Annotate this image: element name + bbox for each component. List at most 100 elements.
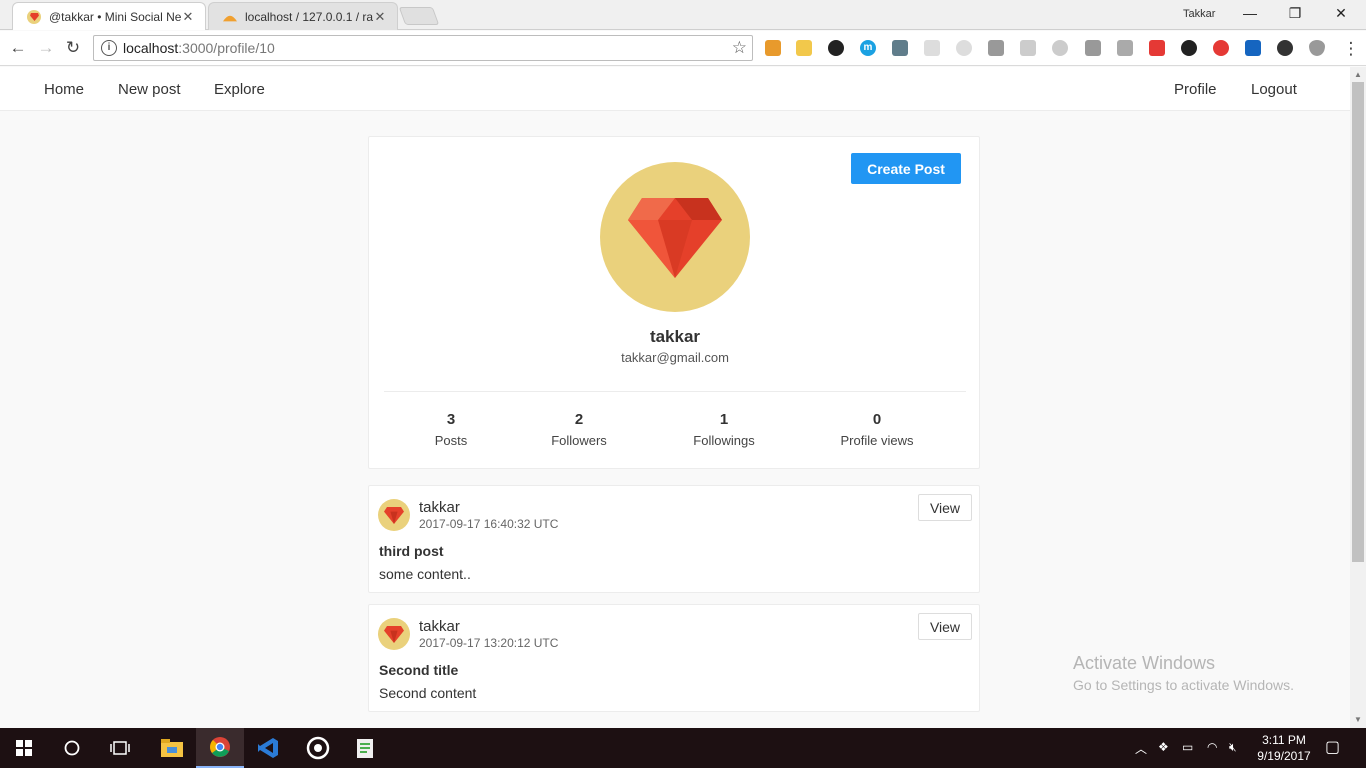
clock-time: 3:11 PM	[1262, 733, 1306, 747]
ruby-gem-icon	[384, 626, 404, 643]
forward-arrow-icon[interactable]: →	[35, 37, 57, 59]
extension-icon[interactable]	[1245, 40, 1261, 56]
stat-followers[interactable]: 2 Followers	[519, 411, 639, 448]
windows-start-icon[interactable]	[0, 728, 48, 768]
window-user-name[interactable]: Takkar	[1183, 8, 1215, 20]
nav-explore-link[interactable]: Explore	[214, 81, 265, 98]
dropbox-tray-icon[interactable]: ❖	[1158, 740, 1169, 754]
scrollbar-thumb[interactable]	[1352, 82, 1364, 562]
new-tab-button[interactable]	[398, 7, 440, 25]
stat-label: Followers	[551, 433, 607, 448]
browser-toolbar: ← → ↻ i localhost:3000/profile/10 ☆ m ⋮	[0, 31, 1366, 66]
notepad-taskbar-icon[interactable]	[342, 728, 390, 768]
tab-title: localhost / 127.0.0.1 / rai	[245, 9, 373, 24]
url-host: localhost	[123, 40, 179, 56]
media-app-taskbar-icon[interactable]	[294, 728, 342, 768]
profile-username: takkar	[649, 327, 701, 346]
extension-icon[interactable]: m	[860, 40, 876, 56]
extension-icon[interactable]	[1020, 40, 1036, 56]
post-content: Second content	[379, 685, 477, 701]
scroll-down-icon[interactable]: ▼	[1354, 715, 1362, 724]
window-close-icon[interactable]: ✕	[1331, 5, 1351, 22]
browser-tab-strip: @takkar • Mini Social Ne ✕ localhost / 1…	[0, 0, 1366, 30]
task-view-icon[interactable]	[96, 728, 144, 768]
post-timestamp: 2017-09-17 16:40:32 UTC	[419, 517, 559, 531]
post-author[interactable]: takkar	[419, 618, 460, 635]
site-navbar: Home New post Explore Profile Logout	[0, 67, 1350, 111]
taskbar-clock[interactable]: 3:11 PM 9/19/2017	[1254, 732, 1314, 764]
page-scrollbar[interactable]: ▲ ▼	[1350, 67, 1366, 728]
back-arrow-icon[interactable]: ←	[7, 37, 29, 59]
extension-icon[interactable]	[956, 40, 972, 56]
avatar	[600, 162, 750, 312]
extension-icon[interactable]	[1213, 40, 1229, 56]
volume-muted-icon[interactable]: 🔇︎	[1229, 740, 1237, 755]
extension-icon[interactable]	[924, 40, 940, 56]
stat-value: 0	[872, 411, 882, 428]
extension-icon[interactable]	[1085, 40, 1101, 56]
nav-home-link[interactable]: Home	[44, 81, 84, 98]
scroll-up-icon[interactable]: ▲	[1354, 70, 1362, 79]
nav-profile-link[interactable]: Profile	[1174, 81, 1217, 98]
battery-icon[interactable]: ▭	[1182, 740, 1193, 754]
view-post-button[interactable]: View	[918, 494, 972, 521]
nav-logout-link[interactable]: Logout	[1251, 81, 1297, 98]
post-author[interactable]: takkar	[419, 499, 460, 516]
post-card: takkar 2017-09-17 16:40:32 UTC View thir…	[368, 485, 980, 593]
extension-icon[interactable]	[1149, 40, 1165, 56]
extension-icon[interactable]	[1117, 40, 1133, 56]
nav-new-post-link[interactable]: New post	[118, 81, 181, 98]
vscode-taskbar-icon[interactable]	[244, 728, 292, 768]
activate-windows-hint: Go to Settings to activate Windows.	[1073, 677, 1294, 693]
bookmark-star-icon[interactable]: ☆	[732, 38, 747, 58]
stat-label: Followings	[693, 433, 755, 448]
create-post-button[interactable]: Create Post	[851, 153, 961, 184]
search-extension-icon[interactable]	[1052, 40, 1068, 56]
action-center-icon[interactable]: ▢	[1325, 737, 1340, 757]
tab-active[interactable]: @takkar • Mini Social Ne ✕	[12, 2, 206, 30]
url-path: :3000/profile/10	[178, 40, 275, 56]
phpmyadmin-favicon-icon	[223, 10, 237, 24]
extension-icon[interactable]	[828, 40, 844, 56]
chrome-menu-icon[interactable]: ⋮	[1340, 38, 1362, 60]
extension-icon[interactable]	[765, 40, 781, 56]
view-post-button[interactable]: View	[918, 613, 972, 640]
github-icon[interactable]	[1277, 40, 1293, 56]
extension-icon[interactable]	[892, 40, 908, 56]
post-card: takkar 2017-09-17 13:20:12 UTC View Seco…	[368, 604, 980, 712]
profile-card: Create Post takkar takkar@gmail.com 3 Po…	[368, 136, 980, 469]
windows-taskbar: ︿ ❖ ▭ ◠ 🔇︎ 3:11 PM 9/19/2017 ▢	[0, 728, 1366, 768]
extension-icon[interactable]	[988, 40, 1004, 56]
restore-icon[interactable]: ❐	[1285, 5, 1305, 22]
wifi-icon[interactable]: ◠	[1207, 740, 1217, 754]
profile-email: takkar@gmail.com	[621, 350, 729, 365]
tray-overflow-icon[interactable]: ︿	[1135, 740, 1147, 757]
reload-icon[interactable]: ↻	[62, 37, 84, 59]
tab-title: @takkar • Mini Social Ne	[49, 9, 181, 24]
ruby-gem-icon	[384, 507, 404, 524]
clock-date: 9/19/2017	[1257, 749, 1311, 763]
github-icon[interactable]	[1181, 40, 1197, 56]
cortana-search-icon[interactable]	[48, 728, 96, 768]
tab-close-icon[interactable]: ✕	[181, 9, 195, 25]
file-explorer-icon[interactable]	[148, 728, 196, 768]
divider	[384, 391, 966, 392]
tab-close-icon[interactable]: ✕	[373, 9, 387, 25]
post-content: some content..	[379, 566, 471, 582]
ruby-favicon-icon	[27, 9, 41, 24]
shield-icon[interactable]	[1309, 40, 1325, 56]
stat-value: 1	[719, 411, 729, 428]
tab-inactive[interactable]: localhost / 127.0.0.1 / rai ✕	[208, 2, 398, 30]
chrome-taskbar-icon[interactable]	[196, 728, 244, 768]
post-title: third post	[379, 543, 444, 559]
address-bar[interactable]: i localhost:3000/profile/10 ☆	[93, 35, 753, 61]
stat-followings[interactable]: 1 Followings	[664, 411, 784, 448]
extension-icon[interactable]	[796, 40, 812, 56]
page-viewport: Home New post Explore Profile Logout Cre…	[0, 67, 1350, 728]
site-info-icon[interactable]: i	[101, 40, 117, 56]
minimize-icon[interactable]: —	[1240, 5, 1260, 21]
post-title: Second title	[379, 662, 459, 678]
stat-value: 2	[574, 411, 584, 428]
stat-value: 3	[446, 411, 456, 428]
post-timestamp: 2017-09-17 13:20:12 UTC	[419, 636, 559, 650]
